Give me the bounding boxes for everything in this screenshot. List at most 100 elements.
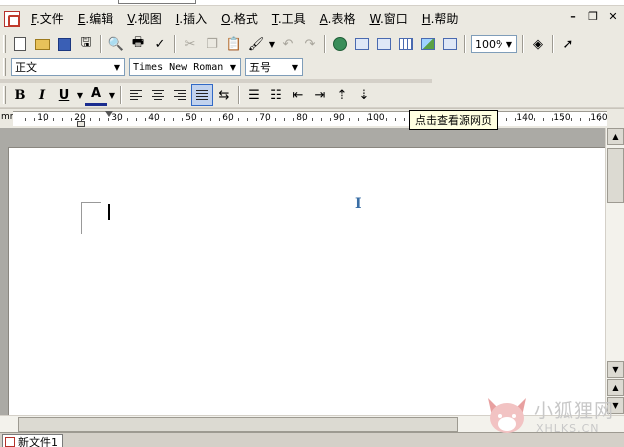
restore-icon[interactable]: ❐ (586, 10, 600, 24)
ruler-minor-tick (302, 118, 304, 121)
ibeam-cursor-icon: I (355, 196, 362, 212)
menu-file[interactable]: F.文件 (24, 9, 71, 29)
font-size-select[interactable]: 五号 ▼ (245, 58, 303, 76)
italic-button[interactable]: I (31, 84, 53, 106)
menu-insert[interactable]: I.插入 (169, 9, 214, 29)
insert-table-button[interactable] (395, 33, 417, 55)
bold-button[interactable]: B (9, 84, 31, 106)
insert-picture-button[interactable] (417, 33, 439, 55)
ruler-minor-tick (99, 118, 100, 121)
spell-check-button[interactable]: ✓ (149, 33, 171, 55)
ruler-minor-tick (293, 118, 295, 121)
document-page[interactable]: I (8, 147, 605, 415)
copy-button[interactable]: ❐ (201, 33, 223, 55)
select-pointer-button[interactable]: ➚ (557, 33, 579, 55)
document-tab[interactable]: 新文件1 (2, 434, 63, 447)
ruler-minor-tick (163, 118, 165, 121)
menu-edit-label: .编辑 (85, 12, 114, 26)
format-painter-button[interactable]: 🖌 (245, 33, 267, 55)
scroll-up-button[interactable]: ▲ (607, 128, 624, 145)
ruler-minor-tick (136, 118, 137, 121)
menu-edit[interactable]: E.编辑 (71, 9, 120, 29)
chevron-down-icon: ▼ (505, 39, 513, 49)
menu-view[interactable]: V.视图 (120, 9, 169, 29)
toolbar-grip[interactable] (3, 35, 6, 53)
cut-button[interactable]: ✂ (179, 33, 201, 55)
minimize-icon[interactable]: – (566, 10, 580, 24)
ruler-minor-tick (80, 118, 82, 121)
increase-indent-button[interactable]: ⇥ (309, 84, 331, 106)
ruler-minor-tick (228, 118, 230, 121)
distribute-button[interactable]: ⇆ (213, 84, 235, 106)
save-disk-icon (57, 37, 71, 51)
chevron-down-icon: ▼ (229, 62, 237, 72)
insert-object-button[interactable] (439, 33, 461, 55)
save-button[interactable] (53, 33, 75, 55)
print-button[interactable]: 🖶 (127, 33, 149, 55)
ruler-minor-tick (358, 118, 359, 121)
justify-button[interactable] (191, 84, 213, 106)
print-preview-button[interactable]: 🔍 (105, 33, 127, 55)
ruler-minor-tick (580, 118, 581, 121)
new-document-button[interactable] (9, 33, 31, 55)
document-area: I (0, 128, 605, 415)
menu-table[interactable]: A.表格 (313, 9, 363, 29)
painter-dropdown-icon[interactable]: ▼ (267, 40, 277, 49)
scroll-down-button[interactable]: ▼ (607, 361, 624, 378)
menu-window[interactable]: W.窗口 (362, 9, 414, 29)
bullets-button[interactable]: ☰ (243, 84, 265, 106)
ruler-row: mm 102030405060708090100140150160 (0, 108, 624, 128)
toolbar-separator (464, 35, 466, 53)
align-left-button[interactable] (125, 84, 147, 106)
ruler-minor-tick (71, 118, 73, 121)
vertical-scroll-thumb[interactable] (607, 148, 624, 203)
font-value: Times New Roman (133, 61, 224, 73)
open-button[interactable] (31, 33, 53, 55)
close-icon[interactable]: ✕ (606, 10, 620, 24)
style-select[interactable]: 正文 ▼ (11, 58, 125, 76)
zoom-select[interactable]: 100%▼ (471, 35, 517, 53)
align-right-button[interactable] (169, 84, 191, 106)
frame-button[interactable] (373, 33, 395, 55)
toolbar-separator (522, 35, 524, 53)
line-spacing-down-button[interactable]: ⇣ (353, 84, 375, 106)
menu-tools[interactable]: T.工具 (265, 9, 313, 29)
chevron-down-icon: ▼ (291, 62, 299, 72)
ruler-minor-tick (34, 118, 36, 121)
horizontal-scroll-thumb[interactable] (18, 417, 458, 432)
menu-window-label: .窗口 (379, 12, 408, 26)
send-button[interactable]: 🖫 (75, 33, 97, 55)
title-tab-fragment (118, 0, 196, 4)
font-select[interactable]: Times New Roman ▼ (129, 58, 241, 76)
redo-button[interactable]: ↷ (299, 33, 321, 55)
underline-button[interactable]: U (53, 84, 75, 106)
toolbar-grip[interactable] (3, 58, 6, 76)
font-color-button[interactable]: A (85, 84, 107, 106)
hyperlink-button[interactable] (329, 33, 351, 55)
menu-format-key: O (221, 12, 231, 26)
paste-button[interactable]: 📋 (223, 33, 245, 55)
watermark-domain: XHLKS.CN (536, 422, 600, 435)
ruler-minor-tick (25, 118, 26, 121)
menu-format[interactable]: O.格式 (214, 9, 265, 29)
font-color-dropdown-icon[interactable]: ▼ (107, 91, 117, 100)
toolbar-grip[interactable] (3, 86, 6, 104)
ruler-minor-tick (561, 118, 563, 121)
numbering-button[interactable]: ☷ (265, 84, 287, 106)
undo-button[interactable]: ↶ (277, 33, 299, 55)
text-box-button[interactable] (351, 33, 373, 55)
vertical-scrollbar[interactable]: ▲ ▼ ▲ ▼ (605, 128, 624, 415)
underline-dropdown-icon[interactable]: ▼ (75, 91, 85, 100)
ruler-minor-tick (376, 118, 378, 121)
menu-help[interactable]: H.帮助 (415, 9, 466, 29)
document-app-icon[interactable] (4, 11, 20, 27)
picture-icon (421, 38, 435, 50)
line-spacing-up-button[interactable]: ⇡ (331, 84, 353, 106)
new-document-icon (14, 37, 26, 51)
decrease-indent-button[interactable]: ⇤ (287, 84, 309, 106)
menu-tools-label: .工具 (277, 12, 306, 26)
chevron-down-icon: ▼ (113, 62, 121, 72)
align-center-button[interactable] (147, 84, 169, 106)
horizontal-ruler[interactable]: 102030405060708090100140150160 (13, 111, 608, 127)
eraser-button[interactable]: ◈ (527, 33, 549, 55)
